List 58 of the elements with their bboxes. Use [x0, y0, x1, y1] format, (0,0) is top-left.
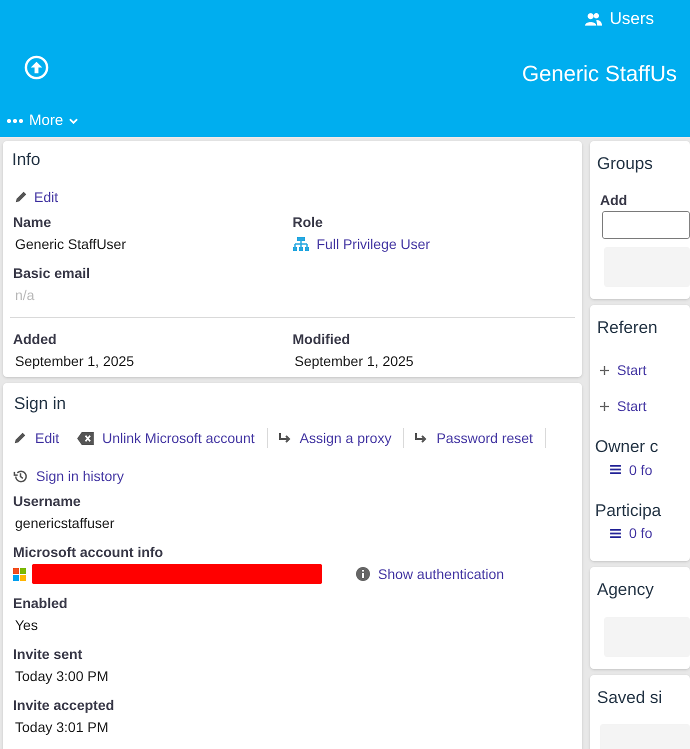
field-value: n/a: [14, 286, 36, 304]
card-title: Saved si: [597, 686, 664, 708]
card-title: Referen: [597, 316, 658, 338]
action-link[interactable]: Edit: [13, 428, 60, 448]
action-link[interactable]: Unlink Microsoft account: [77, 428, 268, 448]
field-label: Added: [13, 330, 58, 348]
plus-icon: [600, 402, 609, 410]
field-value: Yes: [14, 616, 39, 635]
field-label: Invite sent: [13, 645, 84, 663]
field-value: Today 3:01 PM: [14, 718, 110, 737]
field-label: Invite accepted: [13, 696, 116, 714]
field-value: genericstaffuser: [14, 514, 116, 533]
windows-logo-icon: [13, 568, 26, 580]
history-icon: [13, 468, 28, 484]
field-value: September 1, 2025: [14, 352, 136, 370]
count-link[interactable]: 0 fo: [610, 523, 652, 543]
edit-link[interactable]: Edit: [10, 186, 62, 206]
start-link[interactable]: Start: [600, 360, 647, 380]
field-value: Today 3:00 PM: [14, 667, 110, 686]
field-label: Microsoft account info: [13, 543, 164, 561]
info-icon: [356, 567, 370, 581]
card-title: Sign in: [13, 392, 67, 414]
return-arrow-icon: [414, 432, 428, 444]
field-label: Add: [600, 190, 628, 208]
show-authentication-link[interactable]: Show authentication: [378, 564, 504, 584]
plus-icon: [600, 366, 609, 374]
card-title: Info: [11, 149, 42, 171]
chevron-down-icon: [69, 118, 78, 124]
role-link[interactable]: Full Privilege User: [316, 234, 430, 254]
org-chart-icon: [292, 236, 308, 252]
section-title: Owner c: [595, 436, 660, 458]
dots-icon: [7, 119, 23, 124]
field-label: Role: [292, 212, 324, 230]
list-icon: [610, 465, 621, 474]
action-link[interactable]: Sign in history: [13, 466, 554, 486]
field-label: Modified: [292, 330, 352, 348]
field-label: Basic email: [13, 264, 92, 282]
field-value: September 1, 2025: [294, 352, 415, 370]
card-title: Agency: [597, 579, 655, 601]
upload-icon[interactable]: [24, 55, 49, 80]
field-label: Username: [13, 492, 82, 510]
field-value: Generic StaffUser: [14, 234, 128, 254]
count-link[interactable]: 0 fo: [610, 460, 652, 480]
pencil-icon: [13, 431, 27, 445]
start-link[interactable]: Start: [600, 396, 647, 416]
action-link[interactable]: Password reset: [414, 428, 546, 448]
card-title: Groups: [597, 153, 654, 175]
pencil-icon: [14, 190, 28, 204]
page-title: Generic StaffUs: [522, 60, 677, 88]
field-label: Name: [13, 212, 52, 230]
users-icon: [584, 12, 602, 26]
action-link[interactable]: Assign a proxy: [278, 428, 404, 448]
field-label: Enabled: [13, 594, 68, 612]
section-title: Participa: [595, 500, 662, 522]
input-field[interactable]: [602, 210, 690, 238]
list-icon: [610, 528, 621, 538]
return-arrow-icon: [278, 432, 292, 444]
backspace-icon: [77, 432, 94, 444]
